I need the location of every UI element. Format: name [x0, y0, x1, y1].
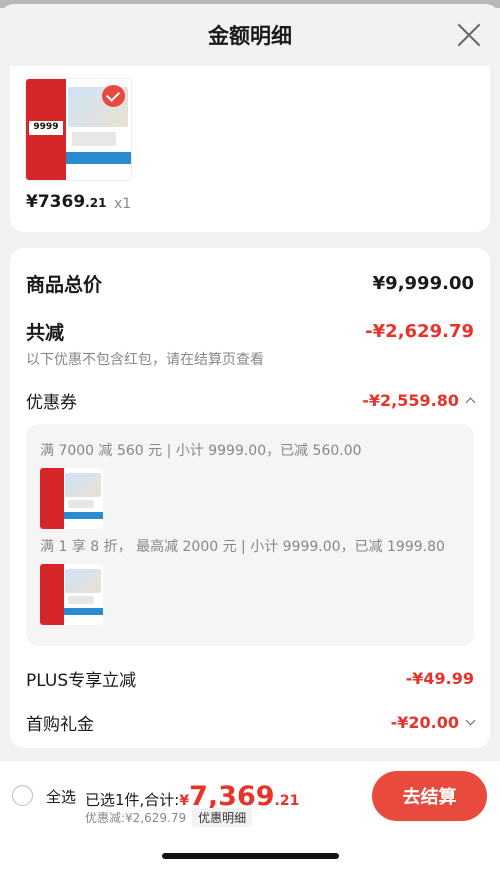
total-row: 商品总价 ¥9,999.00	[26, 270, 474, 297]
thumbnail-price: 9999	[29, 121, 63, 135]
selected-total: 已选1件,合计: ¥ 7,369 .21	[85, 783, 299, 810]
total-value: ¥9,999.00	[372, 273, 474, 294]
reduce-row: 共减 -¥2,629.79	[26, 318, 474, 345]
checkout-bar: 全选 已选1件,合计: ¥ 7,369 .21 优惠减:¥2,629.79 优惠…	[0, 760, 500, 869]
home-indicator	[162, 853, 339, 859]
first-purchase-value: -¥20.00	[390, 713, 459, 732]
product-thumbnail[interactable]: 9999	[25, 78, 132, 181]
discount-note: 以下优惠不包含红包，请在结算页查看	[26, 352, 264, 368]
modal-header: 金额明细	[0, 4, 500, 66]
reduce-value: -¥2,629.79	[365, 321, 474, 342]
select-all-radio[interactable]	[12, 785, 33, 806]
amount-detail-sheet: 金额明细 9999 ¥7369 .21 x1 商品总价 ¥9,999.00 共减	[0, 4, 500, 869]
coupon-label: 优惠券	[26, 393, 77, 413]
coupon-list: 满 7000 减 560 元 | 小计 9999.00，已减 560.00 满 …	[26, 424, 474, 646]
total-decimal: .21	[274, 793, 300, 809]
product-card: 9999 ¥7369 .21 x1	[10, 66, 490, 232]
product-price-decimal: .21	[85, 196, 107, 210]
first-purchase-row[interactable]: 首购礼金 -¥20.00	[26, 710, 476, 735]
discount-summary: 优惠减:¥2,629.79 优惠明细	[85, 808, 253, 827]
total-currency: ¥	[179, 793, 190, 809]
coupon-product-thumbnail-1	[40, 468, 103, 529]
coupon-item-1: 满 7000 减 560 元 | 小计 9999.00，已减 560.00	[40, 443, 362, 459]
coupon-item-2: 满 1 享 8 折， 最高减 2000 元 | 小计 9999.00，已减 19…	[40, 539, 445, 555]
product-price: ¥7369 .21	[26, 192, 106, 212]
coupon-value-wrap: -¥2,559.80	[362, 391, 476, 410]
first-purchase-label: 首购礼金	[26, 715, 94, 735]
reduce-label: 共减	[26, 322, 65, 344]
coupon-value: -¥2,559.80	[362, 391, 459, 410]
plus-row: PLUS专享立减 -¥49.99	[26, 666, 474, 691]
plus-label: PLUS专享立减	[26, 671, 137, 691]
price-detail-card: 商品总价 ¥9,999.00 共减 -¥2,629.79 以下优惠不包含红包，请…	[10, 248, 490, 748]
modal-title: 金额明细	[208, 24, 292, 48]
chevron-up-icon	[465, 397, 476, 408]
selected-prefix: 已选1件,合计:	[85, 791, 180, 809]
product-price-main: ¥7369	[26, 192, 86, 212]
checkout-button[interactable]: 去结算	[372, 771, 487, 821]
total-amount: 7,369	[189, 781, 275, 812]
chevron-down-icon	[465, 715, 476, 726]
coupon-row[interactable]: 优惠券 -¥2,559.80	[26, 388, 476, 413]
close-icon[interactable]	[456, 22, 482, 48]
coupon-product-thumbnail-2	[40, 564, 103, 625]
total-label: 商品总价	[26, 274, 103, 296]
plus-value: -¥49.99	[405, 669, 474, 688]
discount-text: 优惠减:¥2,629.79	[85, 811, 187, 825]
check-icon	[101, 85, 125, 108]
discount-detail-button[interactable]: 优惠明细	[192, 808, 253, 827]
product-quantity: x1	[114, 196, 132, 212]
first-purchase-value-wrap: -¥20.00	[390, 713, 476, 732]
select-all-label[interactable]: 全选	[46, 786, 76, 807]
